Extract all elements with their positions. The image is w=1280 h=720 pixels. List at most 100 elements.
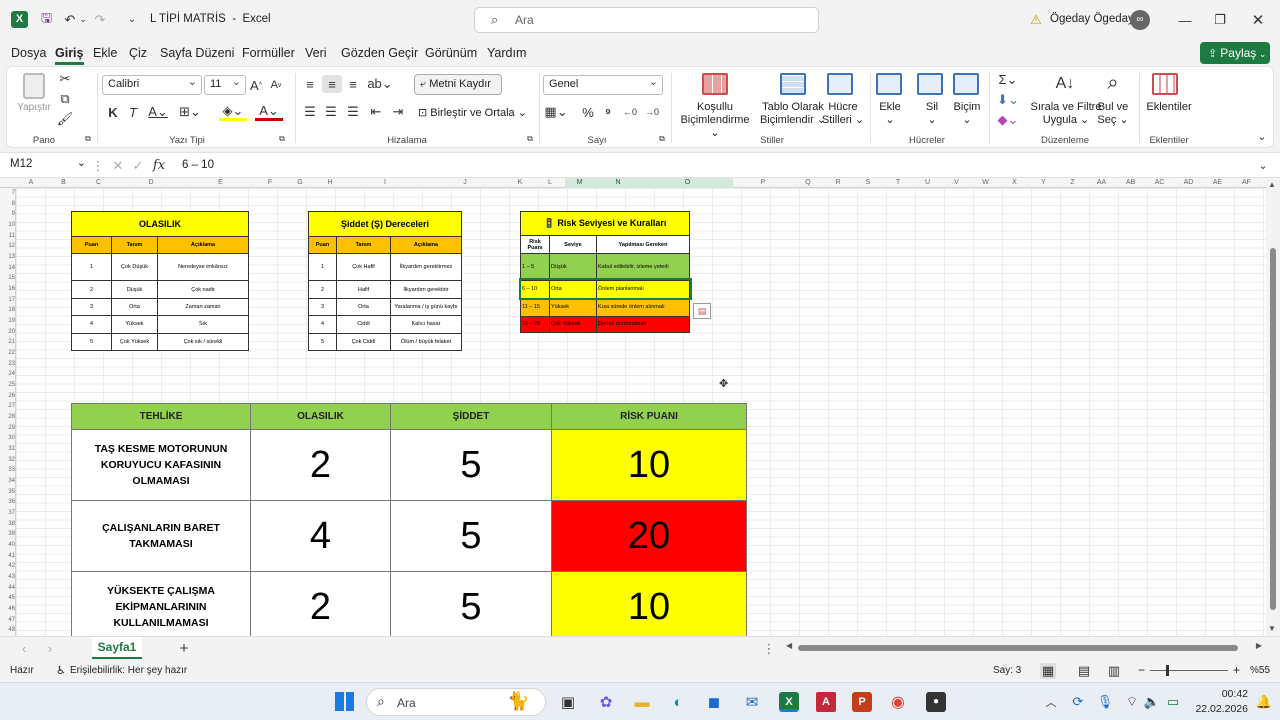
risk-score-cell[interactable]: 10 [551, 429, 747, 502]
recorder-icon[interactable]: ● [926, 692, 946, 712]
paste-icon[interactable] [23, 73, 45, 99]
main-header[interactable]: ŞİDDET [390, 402, 552, 431]
column-header[interactable]: I [345, 178, 425, 188]
column-header[interactable]: F [255, 178, 285, 188]
accessibility-icon[interactable]: ♿ [56, 664, 66, 677]
tab-page-layout[interactable]: Sayfa Düzeni [160, 46, 234, 60]
redo-icon[interactable]: ↷ [92, 11, 108, 28]
user-name[interactable]: Ögeday Ögeday [1050, 13, 1134, 25]
warning-icon[interactable]: ⚠ [1028, 11, 1044, 28]
severity-header[interactable]: Açıklama [390, 235, 462, 254]
tab-file[interactable]: Dosya [11, 46, 46, 60]
row-header[interactable]: 37 [0, 508, 15, 519]
row-header[interactable]: 16 [0, 284, 15, 295]
column-header[interactable]: J [425, 178, 505, 188]
row-header[interactable]: 23 [0, 359, 15, 370]
find-select-button[interactable]: Bul ve Seç ⌄ [1095, 101, 1131, 127]
taskbar-search[interactable]: ⌕ Ara 🐈 [366, 688, 546, 716]
cell-styles-button[interactable]: Hücre Stilleri ⌄ [819, 101, 867, 127]
formula-input[interactable]: 6 – 10 [182, 159, 214, 171]
align-bottom-icon[interactable]: ≡ [344, 75, 362, 93]
tab-home[interactable]: Giriş [55, 46, 84, 65]
format-cells-button[interactable]: Biçim ⌄ [949, 101, 985, 127]
windows-start-icon[interactable] [335, 692, 354, 711]
risk-score-cell[interactable]: 20 [551, 500, 747, 573]
addins-button[interactable]: Eklentiler [1141, 101, 1197, 113]
maximize-icon[interactable]: ❐ [1205, 10, 1235, 30]
row-header[interactable]: 26 [0, 391, 15, 402]
prev-sheet-icon[interactable]: ‹ [18, 641, 30, 656]
decrease-decimal-icon[interactable]: →0 [643, 103, 661, 121]
probability-header[interactable]: Açıklama [157, 235, 249, 254]
column-header[interactable]: B [46, 178, 81, 188]
column-header[interactable]: M [565, 178, 594, 188]
collapse-ribbon-icon[interactable]: ⌄ [1255, 129, 1269, 143]
expand-formula-icon[interactable]: ⌄ [1256, 157, 1270, 174]
row-header[interactable]: 46 [0, 604, 15, 615]
insert-function-icon[interactable]: fx [150, 157, 168, 174]
zoom-level[interactable]: %55 [1250, 665, 1270, 676]
main-header[interactable]: TEHLİKE [71, 402, 251, 431]
copy-icon[interactable]: ⧉ [57, 91, 73, 107]
align-right-icon[interactable]: ☰ [344, 103, 362, 121]
column-header[interactable]: N [594, 178, 642, 188]
scroll-thumb[interactable] [1270, 248, 1276, 610]
scroll-up-icon[interactable]: ▲ [1268, 180, 1276, 189]
minimize-icon[interactable]: — [1170, 10, 1200, 30]
row-header[interactable]: 44 [0, 583, 15, 594]
row-header[interactable]: 8 [0, 199, 15, 210]
column-header[interactable]: T [883, 178, 913, 188]
row-header[interactable]: 11 [0, 231, 15, 242]
cancel-entry-icon[interactable]: ✕ [110, 157, 126, 174]
font-name-select[interactable]: Calibri [102, 75, 202, 95]
column-header[interactable]: Z [1058, 178, 1087, 188]
tab-review[interactable]: Gözden Geçir [341, 46, 418, 60]
currency-icon[interactable]: ▦⌄ [543, 103, 569, 121]
fill-icon[interactable]: ⬇⌄ [995, 91, 1021, 109]
tab-help[interactable]: Yardım [487, 46, 526, 60]
wifi-icon[interactable]: ⌔ [1124, 693, 1140, 711]
number-format-select[interactable]: Genel [543, 75, 663, 95]
comma-style-icon[interactable]: ⁹ [600, 103, 616, 121]
zoom-slider[interactable] [1150, 665, 1228, 676]
probability-header[interactable]: Puan [71, 235, 112, 254]
conditional-formatting-button[interactable]: Koşullu Biçimlendirme ⌄ [675, 101, 755, 140]
close-icon[interactable]: ✕ [1243, 10, 1273, 30]
severity-header[interactable]: Tanım [336, 235, 391, 254]
percent-icon[interactable]: % [580, 103, 596, 121]
excel-taskbar-icon[interactable]: X [779, 692, 799, 712]
row-header[interactable]: 20 [0, 327, 15, 338]
row-header[interactable]: 35 [0, 487, 15, 498]
task-view-icon[interactable]: ▣ [558, 692, 578, 712]
wrap-text-button[interactable]: ⤶ Metni Kaydır [414, 74, 502, 95]
page-break-icon[interactable]: ▥ [1106, 663, 1122, 679]
row-header[interactable]: 13 [0, 252, 15, 263]
worksheet-grid[interactable]: ABCDEFGHIJKLMNOPQRSTUVWXYZAAABACADAEAFAG… [0, 178, 1266, 636]
tab-draw[interactable]: Çiz [129, 46, 147, 60]
column-header[interactable]: H [315, 178, 345, 188]
zoom-out-icon[interactable]: − [1138, 663, 1145, 677]
font-size-select[interactable]: 11 [204, 75, 246, 95]
scroll-down-icon[interactable]: ▼ [1268, 624, 1276, 633]
row-header[interactable]: 30 [0, 433, 15, 444]
probability-header[interactable]: Tanım [111, 235, 158, 254]
row-header[interactable]: 28 [0, 412, 15, 423]
orientation-icon[interactable]: ab⌄ [367, 75, 393, 93]
main-header[interactable]: RİSK PUANI [551, 402, 747, 431]
column-header[interactable]: AA [1087, 178, 1116, 188]
share-button[interactable]: ⇪ Paylaş ⌄ [1200, 42, 1270, 64]
store-icon[interactable]: ◼ [704, 692, 724, 712]
column-header[interactable]: AD [1174, 178, 1203, 188]
font-launcher-icon[interactable]: ⧉ [277, 133, 287, 145]
probability-title[interactable]: OLASILIK [71, 211, 249, 237]
font-grow-icon[interactable]: A ^ [247, 75, 265, 95]
delete-cells-button[interactable]: Sil ⌄ [915, 101, 949, 127]
increase-decimal-icon[interactable]: ←0 [621, 103, 639, 121]
volume-icon[interactable]: 🔈 [1144, 693, 1160, 711]
clipboard-launcher-icon[interactable]: ⧉ [83, 133, 93, 145]
autocad-icon[interactable]: A [816, 692, 836, 712]
scroll-left-icon[interactable]: ◀ [786, 641, 792, 650]
more-options-icon[interactable]: ⋮ [92, 157, 105, 174]
row-header[interactable]: 12 [0, 241, 15, 252]
row-header[interactable]: 21 [0, 337, 15, 348]
